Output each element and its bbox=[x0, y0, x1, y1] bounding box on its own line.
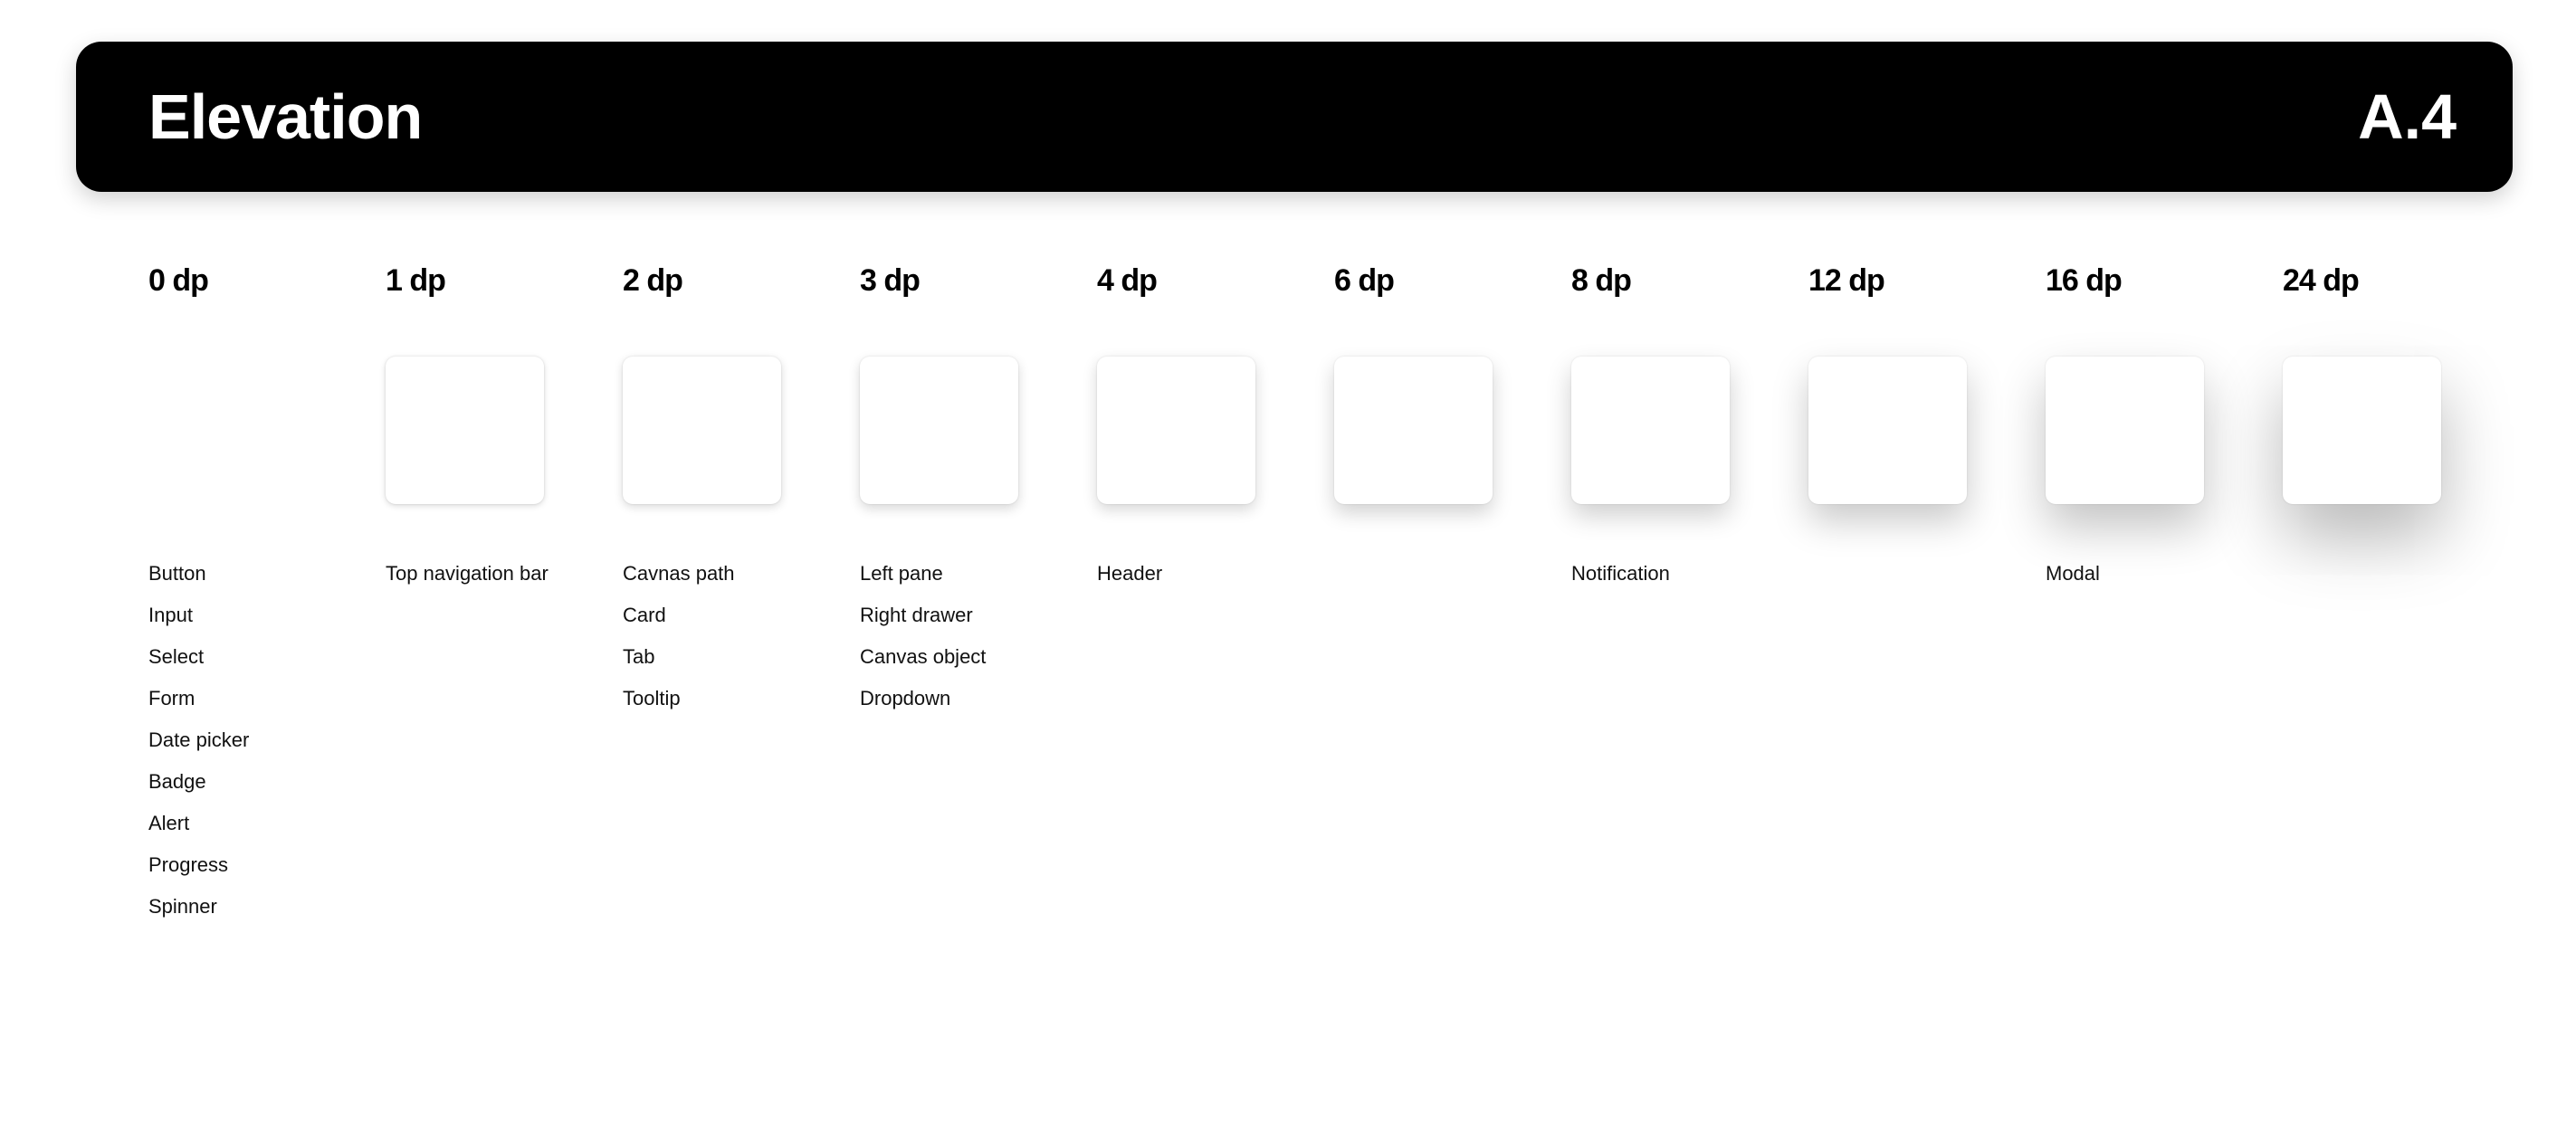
elevation-column: 1 dp Top navigation bar bbox=[386, 261, 603, 585]
elevation-level-label: 8 dp bbox=[1571, 263, 1632, 298]
elevation-level-label: 4 dp bbox=[1097, 263, 1158, 298]
elevation-column: 24 dp bbox=[2283, 261, 2500, 504]
usage-item: Left pane bbox=[860, 562, 943, 585]
elevation-swatch bbox=[623, 357, 781, 504]
usage-item: Header bbox=[1097, 562, 1163, 585]
usage-item: Badge bbox=[148, 770, 206, 793]
elevation-column: 4 dp Header bbox=[1097, 261, 1314, 585]
usage-item: Right drawer bbox=[860, 604, 973, 626]
elevation-swatch bbox=[2283, 357, 2441, 504]
usage-item: Form bbox=[148, 687, 196, 709]
elevation-column: 8 dp Notification bbox=[1571, 261, 1789, 585]
elevation-column: 6 dp bbox=[1334, 261, 1551, 504]
usage-list: Top navigation bar bbox=[386, 559, 549, 601]
elevation-swatch bbox=[1097, 357, 1255, 504]
elevation-swatch bbox=[386, 357, 544, 504]
elevation-level-label: 3 dp bbox=[860, 263, 921, 298]
usage-item: Spinner bbox=[148, 895, 217, 918]
elevation-swatch bbox=[1334, 357, 1493, 504]
usage-item: Card bbox=[623, 604, 666, 626]
usage-list: Modal bbox=[2046, 559, 2100, 601]
elevation-level-label: 0 dp bbox=[148, 263, 209, 298]
usage-item: Modal bbox=[2046, 562, 2100, 585]
elevation-level-label: 1 dp bbox=[386, 263, 446, 298]
usage-list: Button Input Select Form Date picker Badge Ale… bbox=[148, 559, 249, 934]
usage-item: Date picker bbox=[148, 728, 250, 751]
usage-item: Tooltip bbox=[623, 687, 681, 709]
usage-item: Input bbox=[148, 604, 193, 626]
usage-item: Canvas object bbox=[860, 645, 987, 668]
elevation-level-label: 16 dp bbox=[2046, 263, 2123, 298]
elevation-level-label: 24 dp bbox=[2283, 263, 2360, 298]
elevation-swatch bbox=[2046, 357, 2204, 504]
usage-item: Top navigation bar bbox=[386, 562, 549, 585]
elevation-swatch bbox=[1571, 357, 1730, 504]
usage-item: Alert bbox=[148, 812, 190, 834]
page-header: Elevation A.4 bbox=[76, 42, 2513, 192]
elevation-column: 3 dp Left pane Right drawer Canvas object Dr… bbox=[860, 261, 1077, 709]
elevation-swatch bbox=[1808, 357, 1967, 504]
usage-item: Dropdown bbox=[860, 687, 951, 709]
usage-list: Cavnas path Card Tab Tooltip bbox=[623, 559, 735, 726]
section-code: A.4 bbox=[2358, 81, 2457, 152]
elevation-swatch bbox=[860, 357, 1018, 504]
elevation-column: 16 dp Modal bbox=[2046, 261, 2263, 585]
usage-item: Button bbox=[148, 562, 206, 585]
elevation-column: 2 dp Cavnas path Card Tab Tooltip bbox=[623, 261, 840, 709]
elevation-level-label: 2 dp bbox=[623, 263, 683, 298]
page-title: Elevation bbox=[148, 81, 423, 152]
usage-item: Notification bbox=[1571, 562, 1670, 585]
usage-item: Progress bbox=[148, 853, 229, 876]
elevation-column: 12 dp bbox=[1808, 261, 2026, 504]
usage-list: Header bbox=[1097, 559, 1162, 601]
elevation-level-label: 12 dp bbox=[1808, 263, 1885, 298]
usage-list: Left pane Right drawer Canvas object Dropdo… bbox=[860, 559, 986, 726]
elevation-column: 0 dp Button Input Select Form Date picker Badg… bbox=[148, 261, 366, 918]
usage-list: Notification bbox=[1571, 559, 1670, 601]
usage-item: Tab bbox=[623, 645, 655, 668]
usage-item: Cavnas path bbox=[623, 562, 735, 585]
usage-item: Select bbox=[148, 645, 205, 668]
elevation-level-label: 6 dp bbox=[1334, 263, 1395, 298]
